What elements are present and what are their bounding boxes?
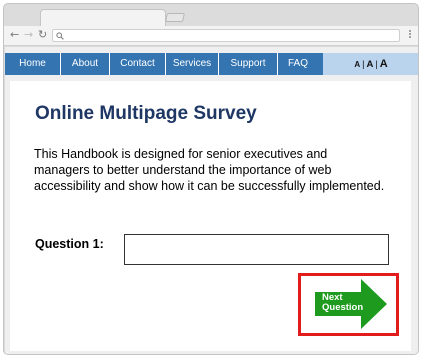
browser-menu-icon[interactable] (409, 30, 412, 39)
question-1-input[interactable] (124, 234, 389, 265)
nav-item-faq[interactable]: FAQ (278, 53, 318, 75)
browser-toolbar: ← → ↻ (4, 26, 418, 46)
nav-item-support[interactable]: Support (219, 53, 278, 75)
nav-item-services[interactable]: Services (166, 53, 219, 75)
tab-strip (4, 4, 418, 27)
next-button-highlight: Next Question (298, 273, 399, 336)
text-size-separator: | (362, 59, 365, 69)
site-navbar: Home About Contact Services Support FAQ … (5, 53, 418, 75)
search-icon (56, 32, 64, 40)
nav-item-home[interactable]: Home (5, 53, 61, 75)
back-arrow-icon[interactable]: ← (10, 28, 19, 42)
next-question-button[interactable]: Next Question (315, 279, 387, 329)
browser-tab[interactable] (40, 9, 166, 27)
question-label: Question 1: (35, 237, 104, 251)
next-question-label: Next Question (322, 293, 368, 313)
next-label-line2: Question (322, 302, 364, 313)
new-tab-button[interactable] (165, 13, 185, 22)
text-size-separator: | (375, 59, 378, 69)
nav-item-about[interactable]: About (61, 53, 110, 75)
text-size-small[interactable]: A (354, 60, 360, 69)
text-size-large[interactable]: A (380, 58, 388, 70)
address-bar[interactable] (52, 29, 400, 42)
survey-description: This Handbook is designed for senior exe… (34, 147, 385, 193)
forward-arrow-icon[interactable]: → (24, 28, 33, 42)
reload-icon[interactable]: ↻ (38, 28, 47, 42)
text-size-medium[interactable]: A (366, 59, 373, 70)
text-size-controls: A | A | A (323, 53, 418, 75)
page-viewport: Home About Contact Services Support FAQ … (5, 47, 418, 354)
page-title: Online Multipage Survey (35, 103, 257, 124)
nav-item-contact[interactable]: Contact (110, 53, 166, 75)
survey-card: Online Multipage Survey This Handbook is… (10, 81, 411, 351)
browser-window: ← → ↻ Home About Contact Services Suppor… (3, 3, 419, 355)
